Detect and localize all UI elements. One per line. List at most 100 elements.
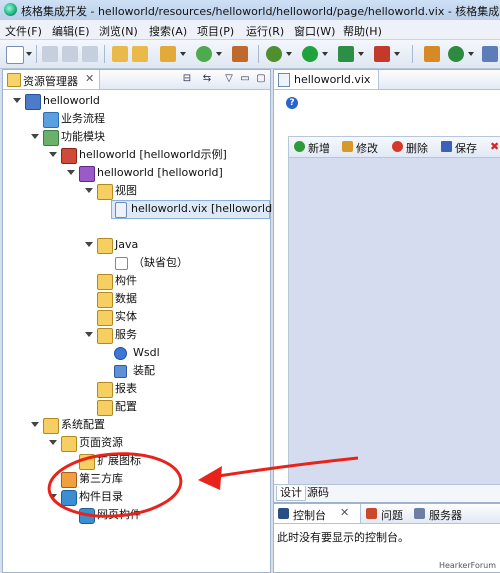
- tree-item-default-package[interactable]: （缺省包）: [111, 255, 261, 272]
- dropdown-arrow-icon[interactable]: [26, 52, 32, 56]
- tree-label: 实体: [115, 310, 137, 323]
- expand-arrow-icon[interactable]: [49, 440, 57, 445]
- globe-icon[interactable]: [196, 46, 212, 62]
- tree-item-java[interactable]: Java: [85, 237, 265, 254]
- expand-arrow-icon[interactable]: [31, 422, 39, 427]
- expand-arrow-icon[interactable]: [49, 494, 57, 499]
- folder-icon: [7, 73, 21, 87]
- dropdown-arrow-icon[interactable]: [322, 52, 328, 56]
- package-icon: [115, 257, 128, 270]
- dropdown-arrow-icon[interactable]: [180, 52, 186, 56]
- server-icon[interactable]: [374, 46, 390, 62]
- design-canvas[interactable]: [288, 158, 500, 484]
- expand-arrow-icon[interactable]: [31, 134, 39, 139]
- new-button[interactable]: 新增: [294, 140, 338, 155]
- tree-item-component[interactable]: 构件: [85, 273, 235, 290]
- tree-item-entity[interactable]: 实体: [85, 309, 235, 326]
- close-icon[interactable]: ✕: [85, 72, 94, 85]
- save-icon: [441, 141, 452, 152]
- tool-icon[interactable]: [482, 46, 498, 62]
- view-menu-icon[interactable]: ▽: [223, 73, 235, 85]
- tab-label: 问题: [381, 509, 403, 522]
- delete-icon: [392, 141, 403, 152]
- save-button[interactable]: 保存: [441, 140, 485, 155]
- tree-item-module[interactable]: helloworld [helloworld]: [67, 165, 267, 182]
- deploy-icon[interactable]: [232, 46, 248, 62]
- tree-item-view[interactable]: 视图: [85, 183, 265, 200]
- tab-design[interactable]: 设计: [276, 486, 306, 501]
- save-all-icon[interactable]: [62, 46, 78, 62]
- menu-bar: 文件(F) 编辑(E) 浏览(N) 搜索(A) 项目(P) 运行(R) 窗口(W…: [0, 20, 500, 40]
- tab-helloworld-vix[interactable]: helloworld.vix: [274, 70, 379, 89]
- tree-item-wsdl[interactable]: Wsdl: [111, 345, 231, 362]
- dropdown-arrow-icon[interactable]: [286, 52, 292, 56]
- menu-file[interactable]: 文件(F): [5, 23, 42, 39]
- menu-help[interactable]: 帮助(H): [343, 23, 382, 39]
- dropdown-arrow-icon[interactable]: [468, 52, 474, 56]
- tree-item-config[interactable]: 配置: [85, 399, 235, 416]
- print-icon[interactable]: [82, 46, 98, 62]
- collapse-all-icon[interactable]: ⊟: [181, 73, 193, 85]
- tab-label: 服务器: [429, 509, 462, 522]
- refresh-icon[interactable]: [448, 46, 464, 62]
- menu-window[interactable]: 窗口(W): [294, 23, 335, 39]
- tab-resource-explorer[interactable]: 资源管理器 ✕: [3, 70, 100, 89]
- tree-item-business-flow[interactable]: 业务流程: [31, 111, 261, 128]
- button-label: 新增: [308, 142, 330, 155]
- new-package-icon[interactable]: [160, 46, 176, 62]
- expand-arrow-icon[interactable]: [13, 98, 21, 103]
- run-icon[interactable]: [302, 46, 318, 62]
- tree-item-sys-config[interactable]: 系统配置: [31, 417, 231, 434]
- help-icon[interactable]: ?: [286, 97, 298, 109]
- external-tools-icon[interactable]: [338, 46, 354, 62]
- window-title: 核格集成开发 - helloworld/resources/helloworld…: [21, 5, 500, 18]
- debug-icon[interactable]: [266, 46, 282, 62]
- tree-item-service[interactable]: 服务: [85, 327, 235, 344]
- tree-item-data[interactable]: 数据: [85, 291, 235, 308]
- close-button[interactable]: ✖: [490, 140, 500, 154]
- tab-source[interactable]: 源码: [304, 486, 332, 500]
- tree-label: 配置: [115, 400, 137, 413]
- minimize-icon[interactable]: ▭: [239, 73, 251, 85]
- tab-servers[interactable]: 服务器: [410, 504, 480, 523]
- maximize-icon[interactable]: ▢: [255, 73, 267, 85]
- expand-arrow-icon[interactable]: [85, 242, 93, 247]
- folder-icon: [97, 310, 113, 326]
- component-icon[interactable]: [424, 46, 440, 62]
- delete-button[interactable]: 删除: [392, 140, 436, 155]
- menu-run[interactable]: 运行(R): [246, 23, 284, 39]
- config-folder-icon: [43, 418, 59, 434]
- menu-project[interactable]: 项目(P): [197, 23, 234, 39]
- dropdown-arrow-icon[interactable]: [358, 52, 364, 56]
- new-file-icon[interactable]: [6, 46, 24, 64]
- tab-console[interactable]: 控制台 ✕: [274, 504, 361, 523]
- tree-item-web-component[interactable]: 网页构件: [67, 507, 217, 524]
- menu-edit[interactable]: 编辑(E): [52, 23, 90, 39]
- expand-arrow-icon[interactable]: [85, 332, 93, 337]
- tree-item-third-party[interactable]: 第三方库: [49, 471, 199, 488]
- tree-item-component-dir[interactable]: 构件目录: [49, 489, 199, 506]
- open-resource-icon[interactable]: [132, 46, 148, 62]
- tree-item-project[interactable]: helloworld: [13, 93, 263, 110]
- dropdown-arrow-icon[interactable]: [216, 52, 222, 56]
- tree-item-page-resource[interactable]: 页面资源: [49, 435, 249, 452]
- menu-navigate[interactable]: 浏览(N): [99, 23, 138, 39]
- close-icon[interactable]: ✕: [340, 506, 349, 519]
- tree-item-example[interactable]: helloworld [helloworld示例]: [49, 147, 264, 164]
- tree-item-report[interactable]: 报表: [85, 381, 235, 398]
- expand-arrow-icon[interactable]: [49, 152, 57, 157]
- server-icon: [414, 508, 425, 519]
- menu-search[interactable]: 搜索(A): [149, 23, 187, 39]
- tree-item-assembly[interactable]: 装配: [111, 363, 231, 380]
- expand-arrow-icon[interactable]: [85, 188, 93, 193]
- open-type-icon[interactable]: [112, 46, 128, 62]
- tree-item-vix-file[interactable]: helloworld.vix [helloworld]: [111, 200, 276, 219]
- tree-item-func-module[interactable]: 功能模块: [31, 129, 261, 146]
- save-icon[interactable]: [42, 46, 58, 62]
- tree-item-ext-icon[interactable]: 扩展图标: [67, 453, 217, 470]
- expand-arrow-icon[interactable]: [67, 170, 75, 175]
- dropdown-arrow-icon[interactable]: [394, 52, 400, 56]
- tab-problems[interactable]: 问题: [362, 504, 408, 523]
- modify-button[interactable]: 修改: [342, 140, 386, 155]
- link-editor-icon[interactable]: ⇆: [201, 73, 213, 85]
